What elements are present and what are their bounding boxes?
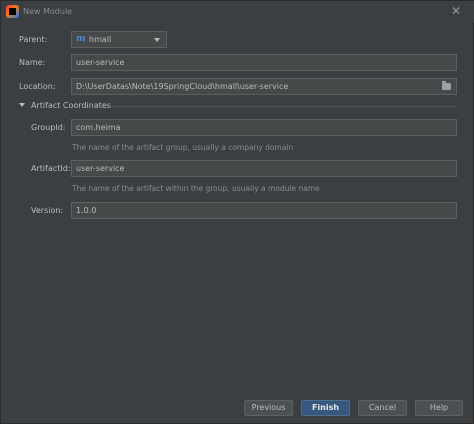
intellij-app-icon	[6, 5, 19, 18]
artifactid-hint: The name of the artifact within the grou…	[72, 184, 320, 193]
groupid-hint: The name of the artifact group, usually …	[72, 143, 294, 152]
artifactid-field[interactable]: user-service	[71, 160, 457, 177]
title-bar: New Module ✕	[1, 1, 474, 23]
folder-browse-icon[interactable]	[442, 81, 451, 90]
location-field[interactable]: D:\UserDatas\Note\19SpringCloud\hmall\us…	[71, 78, 457, 95]
artifactid-label: ArtifactId:	[31, 164, 71, 173]
finish-button[interactable]: Finish	[301, 400, 350, 416]
groupid-label: GroupId:	[31, 123, 66, 132]
section-title: Artifact Coordinates	[31, 101, 111, 110]
location-label: Location:	[19, 82, 56, 91]
cancel-button[interactable]: Cancel	[358, 400, 407, 416]
close-icon[interactable]: ✕	[451, 4, 461, 18]
parent-label: Parent:	[19, 35, 48, 44]
version-field[interactable]: 1.0.0	[71, 202, 457, 219]
name-label: Name:	[19, 58, 46, 67]
groupid-field[interactable]: com.heima	[71, 119, 457, 136]
location-value: D:\UserDatas\Note\19SpringCloud\hmall\us…	[76, 82, 289, 91]
window-title: New Module	[23, 7, 73, 16]
section-divider	[111, 106, 457, 107]
version-label: Version:	[31, 206, 64, 215]
chevron-down-icon	[154, 38, 160, 42]
help-button[interactable]: Help	[415, 400, 463, 416]
parent-select[interactable]: m hmall	[71, 31, 167, 48]
maven-icon: m	[76, 34, 86, 44]
name-field[interactable]: user-service	[71, 54, 457, 71]
expand-icon	[19, 103, 25, 107]
previous-button[interactable]: Previous	[244, 400, 293, 416]
parent-value: hmall	[89, 35, 112, 44]
new-module-dialog: New Module ✕ Parent: m hmall Name: user-…	[0, 0, 474, 424]
